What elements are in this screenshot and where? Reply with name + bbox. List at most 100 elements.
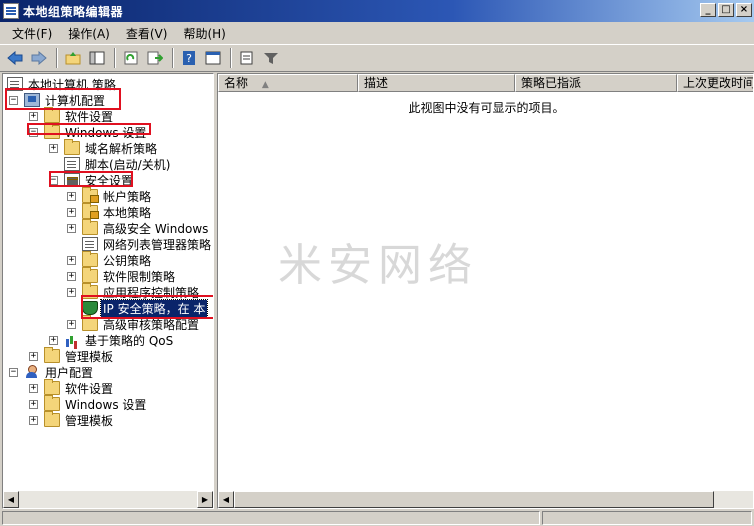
- show-hide-tree-icon[interactable]: [86, 47, 108, 69]
- collapse-icon[interactable]: −: [9, 95, 18, 105]
- folder-icon: [44, 123, 60, 139]
- tree-item-software-restriction[interactable]: + 软件限制策略: [67, 267, 177, 284]
- maximize-button[interactable]: □: [718, 3, 734, 17]
- collapse-icon[interactable]: −: [9, 367, 18, 377]
- status-cell-secondary: [542, 511, 752, 525]
- scroll-left-icon[interactable]: ◀: [3, 491, 19, 508]
- expand-icon[interactable]: +: [29, 383, 38, 393]
- computer-icon: [24, 93, 40, 107]
- tree-item-admin-templates[interactable]: + 管理模板: [29, 347, 115, 364]
- column-header-assigned[interactable]: 策略已指派: [515, 74, 677, 92]
- toolbar-separator: [114, 48, 116, 68]
- tree-item-app-control[interactable]: + 应用程序控制策略: [67, 283, 201, 300]
- tree-item-advanced-firewall[interactable]: + 高级安全 Windows 防: [67, 219, 213, 236]
- scrollbar-thumb[interactable]: [234, 491, 714, 508]
- expand-icon[interactable]: +: [67, 223, 76, 233]
- sort-ascending-icon: ▲: [261, 80, 269, 90]
- expand-icon[interactable]: +: [67, 319, 76, 329]
- tree-item-scripts[interactable]: 脚本(启动/关机): [49, 156, 172, 172]
- collapse-icon[interactable]: −: [49, 175, 58, 185]
- column-header-description[interactable]: 描述: [358, 74, 515, 92]
- expand-icon[interactable]: +: [67, 287, 76, 297]
- expand-icon[interactable]: +: [29, 399, 38, 409]
- scroll-left-icon[interactable]: ◀: [218, 491, 234, 508]
- folder-icon: [82, 315, 98, 331]
- tree-item-security-settings[interactable]: − 安全设置: [49, 172, 135, 188]
- tree-item-user-admin-templates[interactable]: + 管理模板: [29, 411, 115, 428]
- expand-icon[interactable]: +: [29, 351, 38, 361]
- toolbar-separator: [56, 48, 58, 68]
- tree-item-windows-settings[interactable]: − Windows 设置: [29, 123, 148, 140]
- tree-item-advanced-audit[interactable]: + 高级审核策略配置: [67, 315, 201, 332]
- scroll-right-icon[interactable]: ▶: [197, 491, 213, 508]
- toolbar-separator: [230, 48, 232, 68]
- folder-icon: [44, 395, 60, 411]
- menu-view[interactable]: 查看(V): [118, 25, 176, 42]
- expand-icon[interactable]: +: [49, 335, 58, 345]
- gpedit-app-icon: [3, 3, 19, 19]
- collapse-icon[interactable]: −: [29, 127, 38, 137]
- tree-item-name-resolution[interactable]: + 域名解析策略: [49, 139, 159, 156]
- empty-list-message: 此视图中没有可显示的项目。: [408, 101, 565, 115]
- menu-file[interactable]: 文件(F): [4, 25, 60, 42]
- locked-folder-icon: [82, 187, 99, 203]
- tree-item-computer-config[interactable]: − 计算机配置: [9, 92, 107, 108]
- expand-icon[interactable]: +: [29, 415, 38, 425]
- tree-item-root[interactable]: 本地计算机 策略: [7, 76, 118, 92]
- notepad-icon[interactable]: [236, 47, 258, 69]
- filter-icon[interactable]: [260, 47, 282, 69]
- properties-icon[interactable]: [202, 47, 224, 69]
- tree-item-account-policies[interactable]: + 帐户策略: [67, 187, 153, 204]
- tree-item-public-key[interactable]: + 公钥策略: [67, 251, 153, 268]
- refresh-icon[interactable]: [120, 47, 142, 69]
- tree-item-network-list[interactable]: 网络列表管理器策略: [67, 236, 213, 252]
- expand-icon[interactable]: +: [67, 255, 76, 265]
- tree-pane[interactable]: 本地计算机 策略 − 计算机配置 + 软件设置 − Windows 设置 + 域…: [2, 73, 214, 509]
- locked-folder-icon: [82, 203, 99, 219]
- folder-icon: [44, 411, 60, 427]
- tree-item-user-config[interactable]: − 用户配置: [9, 364, 95, 380]
- expand-icon[interactable]: +: [67, 271, 76, 281]
- folder-icon: [82, 219, 98, 235]
- tree-item-ip-security[interactable]: IP 安全策略，在 本: [67, 298, 209, 318]
- tree-item-qos[interactable]: + 基于策略的 QoS: [49, 332, 175, 348]
- expand-icon[interactable]: +: [67, 207, 76, 217]
- toolbar: ?: [0, 44, 754, 72]
- help-icon[interactable]: ?: [178, 47, 200, 69]
- minimize-button[interactable]: _: [700, 3, 716, 17]
- expand-icon[interactable]: +: [29, 111, 38, 121]
- script-icon: [64, 157, 80, 171]
- svg-text:?: ?: [186, 52, 192, 65]
- tree-item-user-windows-settings[interactable]: + Windows 设置: [29, 395, 148, 412]
- ip-security-icon: [82, 301, 98, 315]
- menu-action[interactable]: 操作(A): [60, 25, 118, 42]
- user-icon: [24, 365, 40, 379]
- policy-document-icon: [7, 77, 23, 91]
- toolbar-separator: [172, 48, 174, 68]
- tree-item-local-policies[interactable]: + 本地策略: [67, 203, 153, 220]
- forward-arrow-icon[interactable]: [28, 47, 50, 69]
- watermark-text: 米安网络: [278, 240, 478, 291]
- status-cell-main: [2, 511, 540, 525]
- list-pane[interactable]: 名称 ▲ 描述 策略已指派 上次更改时间 此视图中没有可显示的项目。 米安网络 …: [217, 73, 754, 509]
- up-folder-icon[interactable]: [62, 47, 84, 69]
- folder-icon: [82, 267, 98, 283]
- tree-horizontal-scrollbar[interactable]: ◀ ▶: [3, 491, 213, 508]
- back-arrow-icon[interactable]: [4, 47, 26, 69]
- expand-icon[interactable]: +: [67, 191, 76, 201]
- folder-icon: [44, 107, 60, 123]
- list-header: 名称 ▲ 描述 策略已指派 上次更改时间: [218, 74, 753, 92]
- export-list-icon[interactable]: [144, 47, 166, 69]
- bar-chart-icon: [64, 333, 80, 347]
- tree-item-software-settings[interactable]: + 软件设置: [29, 107, 115, 124]
- tree-item-user-software-settings[interactable]: + 软件设置: [29, 379, 115, 396]
- title-bar: 本地组策略编辑器 _ □ ×: [0, 0, 754, 22]
- close-button[interactable]: ×: [736, 3, 752, 17]
- list-horizontal-scrollbar[interactable]: ◀: [218, 491, 753, 508]
- expand-icon[interactable]: +: [49, 143, 58, 153]
- menu-help[interactable]: 帮助(H): [175, 25, 233, 42]
- column-header-name[interactable]: 名称 ▲: [218, 74, 358, 92]
- folder-icon: [82, 283, 98, 299]
- column-header-last-modified[interactable]: 上次更改时间: [677, 74, 753, 92]
- status-bar: [0, 511, 754, 526]
